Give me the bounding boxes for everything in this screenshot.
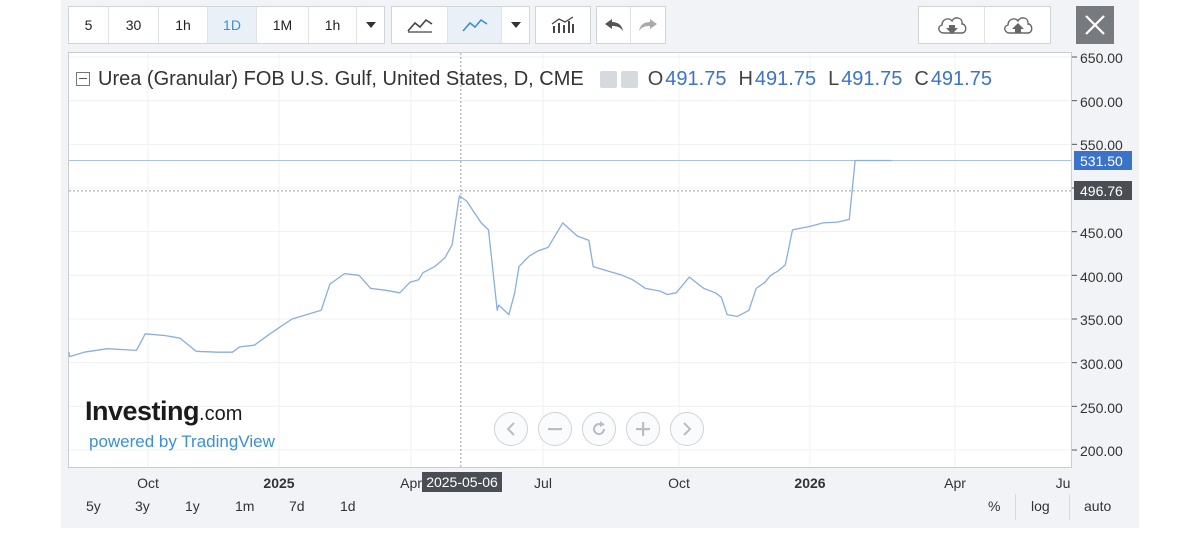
close-icon	[1085, 15, 1105, 35]
reset-icon	[593, 421, 606, 436]
area-chart-icon	[406, 18, 432, 33]
interval-1m-button[interactable]: 1M	[257, 7, 309, 43]
y-tick-label: 650.00	[1080, 50, 1123, 66]
zoom-in-button[interactable]	[626, 412, 660, 446]
chevron-left-icon	[506, 422, 515, 436]
interval-1h-button[interactable]: 1h	[159, 7, 208, 43]
interval-30-button[interactable]: 30	[109, 7, 159, 43]
divider	[1069, 494, 1070, 520]
y-tick-label: 450.00	[1080, 225, 1123, 241]
chevron-right-icon	[683, 422, 692, 436]
redo-button[interactable]	[631, 7, 665, 43]
open-label: O	[647, 67, 664, 90]
zoom-in-icon	[636, 422, 650, 436]
cloud-upload-icon	[1003, 17, 1032, 34]
cloud-download-button[interactable]	[919, 7, 985, 43]
chevron-down-icon	[510, 22, 521, 28]
indicators-icon	[551, 16, 574, 33]
x-tick-label: Jul	[534, 475, 552, 491]
interval-dropdown-arrow[interactable]	[357, 7, 384, 43]
x-tick-label: Oct	[137, 475, 159, 491]
close-button[interactable]	[1076, 6, 1114, 44]
y-tick-label: 300.00	[1080, 356, 1123, 372]
y-tick-label: 250.00	[1080, 400, 1123, 416]
x-tick-label: Apr	[944, 475, 966, 491]
cloud-group	[918, 6, 1051, 44]
interval-dropdown-button[interactable]: 1h	[309, 7, 357, 43]
percent-toggle[interactable]: %	[988, 498, 1000, 514]
chart-type-group	[391, 6, 530, 44]
collapse-legend-button[interactable]	[76, 72, 90, 86]
low-label: L	[828, 67, 840, 90]
line-chart-icon	[461, 18, 487, 32]
range-7d-button[interactable]: 7d	[289, 498, 305, 514]
history-group	[596, 6, 666, 44]
range-1m-button[interactable]: 1m	[235, 498, 254, 514]
y-tick-label: 200.00	[1080, 443, 1123, 459]
redo-icon	[639, 19, 657, 31]
indicators-group	[535, 6, 591, 44]
symbol-title: Urea (Granular) FOB U.S. Gulf, United St…	[98, 67, 584, 90]
interval-5-button[interactable]: 5	[69, 7, 109, 43]
x-tick-label: Ju	[1055, 475, 1071, 491]
scroll-right-button[interactable]	[670, 412, 704, 446]
eye-icon[interactable]	[599, 70, 617, 88]
zoom-out-icon	[548, 428, 562, 431]
y-tick-label: 600.00	[1080, 94, 1123, 110]
x-tick-label: 2026	[794, 475, 826, 491]
y-tick-label: 400.00	[1080, 269, 1123, 285]
low-value: 491.75	[841, 67, 903, 90]
indicators-button[interactable]	[536, 7, 590, 43]
range-1y-button[interactable]: 1y	[185, 498, 200, 514]
interval-group: 5 30 1h 1D 1M 1h	[68, 6, 385, 44]
logo-suffix-text: .com	[199, 403, 243, 425]
y-tick-label: 350.00	[1080, 312, 1123, 328]
undo-icon	[604, 19, 623, 31]
range-bar: 5y 3y 1y 1m 7d 1d % log auto	[68, 494, 1132, 522]
x-tick-label: Oct	[668, 475, 690, 491]
high-value: 491.75	[754, 67, 817, 90]
close-label: C	[914, 67, 929, 90]
investing-logo[interactable]: Investing.com powered by TradingView	[85, 396, 275, 451]
high-label: H	[738, 67, 753, 90]
auto-toggle[interactable]: auto	[1084, 498, 1111, 514]
settings-icon[interactable]	[620, 70, 638, 88]
crosshair-price-tag: 496.76	[1074, 181, 1132, 200]
log-toggle[interactable]: log	[1031, 498, 1050, 514]
divider	[1015, 494, 1016, 520]
logo-main-text: Investing	[85, 396, 200, 426]
undo-button[interactable]	[597, 7, 631, 43]
close-value: 491.75	[930, 67, 992, 90]
open-value: 491.75	[665, 67, 727, 90]
crosshair-date-tag: 2025-05-06	[422, 472, 502, 492]
powered-by-link[interactable]: powered by TradingView	[89, 432, 275, 452]
chart-legend: Urea (Granular) FOB U.S. Gulf, United St…	[76, 66, 992, 92]
range-3y-button[interactable]: 3y	[135, 498, 150, 514]
area-chart-button[interactable]	[392, 7, 448, 43]
chevron-down-icon	[365, 22, 376, 28]
interval-1d-button[interactable]: 1D	[208, 7, 257, 43]
x-tick-label: 2025	[263, 475, 295, 491]
x-tick-label: Apr	[400, 475, 422, 491]
cloud-download-icon	[937, 17, 966, 34]
range-5y-button[interactable]: 5y	[86, 498, 101, 514]
last-price-tag: 531.50	[1074, 151, 1132, 170]
range-1d-button[interactable]: 1d	[340, 498, 356, 514]
cloud-upload-button[interactable]	[985, 7, 1050, 43]
reset-button[interactable]	[582, 412, 616, 446]
zoom-out-button[interactable]	[538, 412, 572, 446]
line-chart-button[interactable]	[448, 7, 502, 43]
scroll-left-button[interactable]	[494, 412, 528, 446]
chart-type-dropdown[interactable]	[502, 7, 529, 43]
